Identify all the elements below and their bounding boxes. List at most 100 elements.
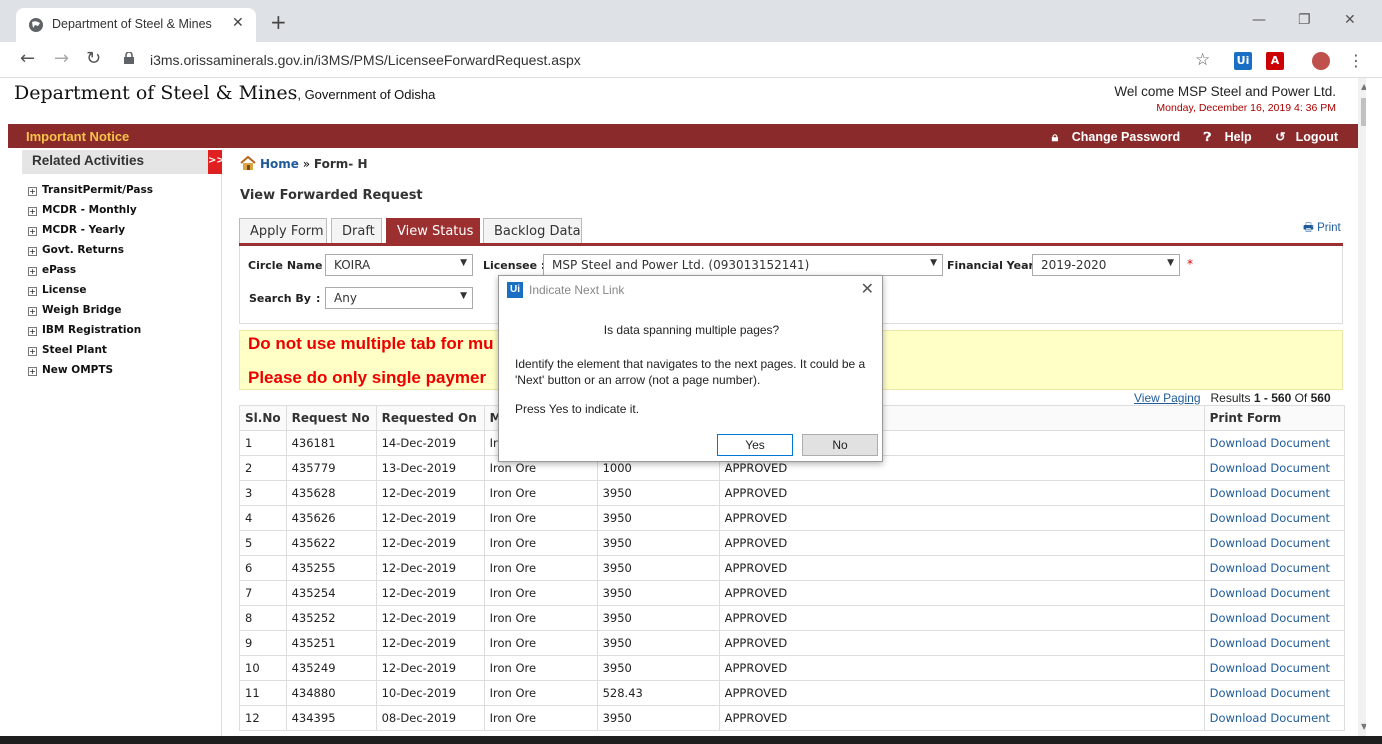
table-cell: 9 (239, 630, 287, 656)
column-header: Sl.No (239, 405, 287, 431)
table-row: 10 435249 12-Dec-2019 Iron Ore 3950 APPROVED D… (239, 655, 1345, 681)
table-row: 3 435628 12-Dec-2019 Iron Ore 3950 APPROVED Do… (239, 480, 1345, 506)
view-paging-link[interactable]: View Paging (1134, 391, 1201, 405)
table-cell: 10 (239, 655, 287, 681)
sidebar-item-mcdr-monthly[interactable]: + MCDR - Monthly (28, 204, 153, 224)
expand-icon: + (28, 247, 37, 256)
table-cell: 436181 (285, 430, 377, 456)
download-document-link[interactable]: Download Document (1203, 555, 1345, 581)
browser-menu-icon[interactable]: ⋮ (1348, 51, 1364, 70)
download-document-link[interactable]: Download Document (1203, 705, 1345, 731)
sidebar-item-mcdr-yearly[interactable]: + MCDR - Yearly (28, 224, 153, 244)
uipath-icon: Ui (507, 282, 523, 298)
licensee-select[interactable]: MSP Steel and Power Ltd. (093013152141) ▼ (543, 254, 943, 276)
table-cell: 3950 (596, 555, 720, 581)
new-tab-icon[interactable]: + (270, 12, 287, 32)
download-document-link[interactable]: Download Document (1203, 655, 1345, 681)
tab-view-status[interactable]: View Status (386, 218, 480, 243)
table-cell: 12-Dec-2019 (375, 480, 485, 506)
sidebar-item-license[interactable]: + License (28, 284, 153, 304)
important-notice-link[interactable]: Important Notice (26, 129, 129, 144)
sidebar-item-transitpermit[interactable]: + TransitPermit/Pass (28, 184, 153, 204)
logout-link[interactable]: ↺ Logout (1265, 130, 1338, 144)
table-cell: Iron Ore (483, 605, 598, 631)
sidebar-item-new-ompts[interactable]: + New OMPTS (28, 364, 153, 384)
download-document-link[interactable]: Download Document (1203, 505, 1345, 531)
restore-icon[interactable]: ❐ (1298, 12, 1311, 28)
warning-line-2: Please do only single paymer (248, 368, 487, 387)
sidebar-collapse-button[interactable]: >> (208, 150, 225, 174)
scroll-up-icon[interactable]: ▲ (1361, 82, 1366, 91)
table-cell: 435252 (285, 605, 377, 631)
back-icon[interactable]: ← (20, 50, 35, 68)
table-cell: 1 (239, 430, 287, 456)
uipath-extension-icon[interactable]: Ui (1234, 52, 1252, 70)
profile-avatar[interactable] (1312, 52, 1330, 70)
tab-apply-form[interactable]: Apply Form (239, 218, 327, 243)
table-cell: Iron Ore (483, 580, 598, 606)
table-row: 4 435626 12-Dec-2019 Iron Ore 3950 APPROVED Do… (239, 505, 1345, 531)
sidebar-item-steel-plant[interactable]: + Steel Plant (28, 344, 153, 364)
search-by-select[interactable]: Any ▼ (325, 287, 473, 309)
expand-icon: + (28, 207, 37, 216)
browser-tab[interactable]: Department of Steel & Mines ✕ (16, 8, 256, 42)
table-cell: 3950 (596, 480, 720, 506)
column-header: Print Form (1203, 405, 1345, 431)
table-cell: Iron Ore (483, 505, 598, 531)
yes-button[interactable]: Yes (717, 434, 793, 456)
minimize-icon[interactable]: — (1252, 12, 1266, 28)
help-link[interactable]: ❓︎ Help (1194, 130, 1252, 144)
table-cell: Iron Ore (483, 655, 598, 681)
table-cell: 12-Dec-2019 (375, 655, 485, 681)
url-text: i3ms.orissaminerals.gov.in/i3MS/PMS/Lice… (150, 52, 581, 68)
download-document-link[interactable]: Download Document (1203, 480, 1345, 506)
sidebar-item-ibm-registration[interactable]: + IBM Registration (28, 324, 153, 344)
tab-close-icon[interactable]: ✕ (232, 15, 244, 31)
no-button[interactable]: No (802, 434, 878, 456)
download-document-link[interactable]: Download Document (1203, 580, 1345, 606)
url-field[interactable]: i3ms.orissaminerals.gov.in/i3MS/PMS/Lice… (120, 47, 1220, 73)
sidebar-item-govt-returns[interactable]: + Govt. Returns (28, 244, 153, 264)
download-document-link[interactable]: Download Document (1203, 455, 1345, 481)
tab-draft[interactable]: Draft (331, 218, 382, 243)
logout-icon: ↺ (1275, 130, 1286, 144)
expand-icon: + (28, 227, 37, 236)
welcome-text: Wel come MSP Steel and Power Ltd. (1114, 84, 1336, 99)
required-marker: * (1187, 257, 1193, 271)
scroll-down-icon[interactable]: ▼ (1361, 722, 1366, 731)
change-password-link[interactable]: 🔒︎ Change Password (1042, 130, 1181, 144)
download-document-link[interactable]: Download Document (1203, 630, 1345, 656)
financial-year-select[interactable]: 2019-2020 ▼ (1032, 254, 1180, 276)
sidebar-item-epass[interactable]: + ePass (28, 264, 153, 284)
chevron-down-icon: ▼ (930, 258, 937, 268)
reload-icon[interactable]: ↻ (86, 50, 101, 68)
table-cell: APPROVED (718, 680, 1205, 706)
table-cell: Iron Ore (483, 480, 598, 506)
results-summary: View Paging Results 1 - 560 Of 560 (1134, 391, 1331, 405)
search-by-label: Search By (249, 292, 311, 305)
table-cell: Iron Ore (483, 705, 598, 731)
download-document-link[interactable]: Download Document (1203, 430, 1345, 456)
sidebar-item-weigh-bridge[interactable]: + Weigh Bridge (28, 304, 153, 324)
site-subtitle: , Government of Odisha (297, 87, 436, 102)
pdf-extension-icon[interactable]: A (1266, 52, 1284, 70)
download-document-link[interactable]: Download Document (1203, 680, 1345, 706)
window-close-icon[interactable]: ✕ (1344, 12, 1356, 28)
print-link[interactable]: 🖶︎ Print (1303, 220, 1341, 239)
scrollbar-thumb[interactable] (1361, 98, 1366, 126)
download-document-link[interactable]: Download Document (1203, 530, 1345, 556)
tab-backlog-data[interactable]: Backlog Data (483, 218, 582, 243)
welcome-block: Wel come MSP Steel and Power Ltd. Monday… (1114, 84, 1336, 114)
top-nav-bar: Important Notice 🔒︎ Change Password ❓︎ H… (8, 124, 1358, 148)
page-scrollbar[interactable]: ▲ ▼ (1358, 78, 1366, 744)
bookmark-star-icon[interactable]: ☆ (1195, 50, 1210, 70)
address-bar: ← → ↻ i3ms.orissaminerals.gov.in/i3MS/PM… (0, 42, 1382, 78)
table-cell: 435779 (285, 455, 377, 481)
breadcrumb: Home » Form- H (240, 156, 368, 171)
table-cell: 7 (239, 580, 287, 606)
circle-name-select[interactable]: KOIRA ▼ (325, 254, 473, 276)
breadcrumb-home-link[interactable]: Home (260, 157, 299, 171)
forward-icon[interactable]: → (54, 50, 69, 68)
dialog-close-icon[interactable]: ✕ (861, 279, 874, 299)
download-document-link[interactable]: Download Document (1203, 605, 1345, 631)
